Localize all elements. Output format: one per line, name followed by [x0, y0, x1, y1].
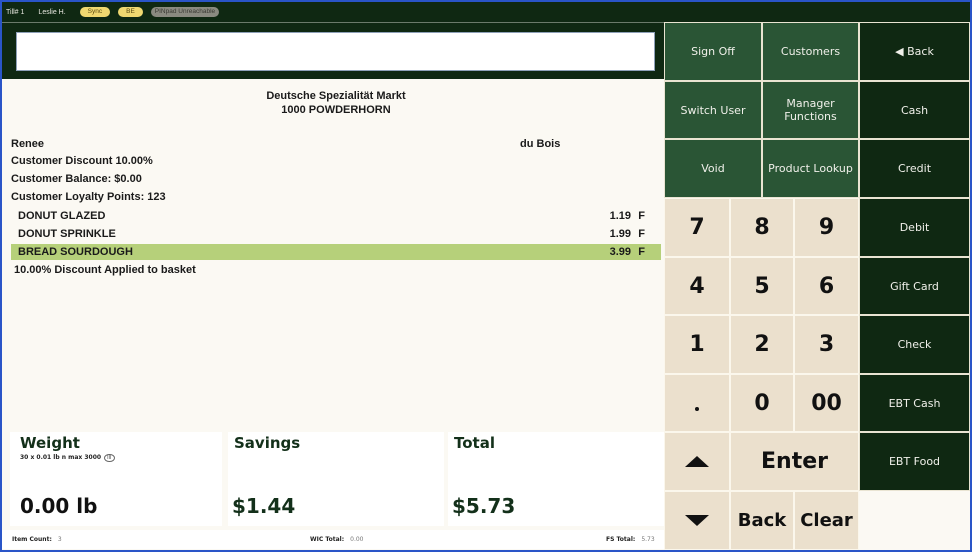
be-badge[interactable]: BE: [118, 7, 143, 17]
cashier-name: Leslie H.: [38, 8, 66, 16]
wic-total-label: WIC Total:: [310, 536, 345, 543]
weight-label: Weight: [20, 434, 80, 452]
key-2[interactable]: 2: [730, 315, 794, 374]
receipt-panel: Deutsche Spezialität Markt 1000 POWDERHO…: [2, 79, 664, 431]
switch-user-button[interactable]: Switch User: [664, 81, 762, 139]
total-label: Total: [454, 434, 495, 452]
till-number: Till# 1: [6, 8, 25, 16]
line-item[interactable]: DONUT GLAZED 1.19 F: [11, 208, 661, 224]
pinpad-status-badge: PINpad Unreachable: [150, 7, 220, 17]
key-back[interactable]: Back: [730, 491, 794, 550]
key-0[interactable]: 0: [730, 374, 794, 432]
savings-panel: Savings $1.44: [228, 432, 444, 526]
enter-button[interactable]: Enter: [730, 432, 859, 491]
item-flag: F: [638, 228, 645, 240]
item-price: 1.99: [609, 228, 631, 240]
scale-class-icon: III: [104, 454, 115, 462]
scan-input[interactable]: [16, 32, 655, 71]
ebt-cash-button[interactable]: EBT Cash: [859, 374, 970, 432]
footer-bar: Item Count: 3 WIC Total: 0.00 FS Total: 5.7…: [2, 530, 664, 549]
customer-loyalty-points: Customer Loyalty Points: 123: [11, 191, 166, 203]
customers-button[interactable]: Customers: [762, 22, 859, 81]
item-count: Item Count: 3: [12, 536, 62, 543]
store-address: 1000 POWDERHORN: [281, 104, 391, 116]
savings-value: $1.44: [232, 494, 296, 518]
item-name: DONUT GLAZED: [18, 210, 106, 222]
item-name: DONUT SPRINKLE: [18, 228, 116, 240]
discount-note: 10.00% Discount Applied to basket: [14, 264, 196, 276]
customer-last-name: du Bois: [520, 138, 561, 150]
key-8[interactable]: 8: [730, 198, 794, 257]
item-flag: F: [638, 210, 645, 222]
store-header: Deutsche Spezialität Markt 1000 POWDERHO…: [2, 89, 670, 117]
check-button[interactable]: Check: [859, 315, 970, 374]
item-flag: F: [638, 246, 645, 258]
wic-total-value: 0.00: [350, 536, 364, 543]
fs-total-label: FS Total:: [606, 536, 636, 543]
key-5[interactable]: 5: [730, 257, 794, 315]
total-panel: Total $5.73: [448, 432, 664, 526]
sync-badge[interactable]: Sync: [79, 7, 111, 17]
sign-off-button[interactable]: Sign Off: [664, 22, 762, 81]
item-count-label: Item Count:: [12, 536, 52, 543]
arrow-down-icon: [685, 515, 709, 526]
void-button[interactable]: Void: [664, 139, 762, 198]
key-1[interactable]: 1: [664, 315, 730, 374]
scan-input-band: [2, 22, 664, 79]
weight-panel: Weight 30 x 0.01 lb n max 3000 III 0.00 l…: [10, 432, 222, 526]
customer-balance: Customer Balance: $0.00: [11, 173, 142, 185]
fs-total: FS Total: 5.73: [606, 536, 655, 543]
key-9[interactable]: 9: [794, 198, 859, 257]
key-clear[interactable]: Clear: [794, 491, 859, 550]
manager-functions-button[interactable]: Manager Functions: [762, 81, 859, 139]
arrow-up-icon: [685, 456, 709, 467]
total-value: $5.73: [452, 494, 516, 518]
button-grid: Sign Off Customers ◀ Back Switch User Ma…: [664, 22, 970, 550]
empty-slot: [859, 491, 970, 550]
scale-spec-text: 30 x 0.01 lb n max 3000: [20, 454, 102, 461]
scroll-up-button[interactable]: [664, 432, 730, 491]
key-4[interactable]: 4: [664, 257, 730, 315]
item-name: BREAD SOURDOUGH: [18, 246, 133, 258]
pos-window: Till# 1 Leslie H. Sync BE PINpad Unreach…: [0, 0, 972, 552]
savings-label: Savings: [234, 434, 301, 452]
ebt-food-button[interactable]: EBT Food: [859, 432, 970, 491]
store-name: Deutsche Spezialität Markt: [266, 90, 406, 102]
key-7[interactable]: 7: [664, 198, 730, 257]
customer-first-name: Renee: [11, 138, 45, 150]
fs-total-value: 5.73: [641, 536, 655, 543]
scroll-down-button[interactable]: [664, 491, 730, 550]
scale-spec: 30 x 0.01 lb n max 3000 III: [20, 454, 115, 462]
key-3[interactable]: 3: [794, 315, 859, 374]
credit-button[interactable]: Credit: [859, 139, 970, 198]
key-decimal[interactable]: [664, 374, 730, 432]
decimal-point-icon: [695, 407, 699, 411]
item-price: 3.99: [609, 246, 631, 258]
wic-total: WIC Total: 0.00: [310, 536, 364, 543]
gift-card-button[interactable]: Gift Card: [859, 257, 970, 315]
key-00[interactable]: 00: [794, 374, 859, 432]
weight-value: 0.00 lb: [20, 494, 98, 518]
customer-discount: Customer Discount 10.00%: [11, 155, 153, 167]
cash-button[interactable]: Cash: [859, 81, 970, 139]
item-count-value: 3: [57, 536, 62, 543]
line-item-selected[interactable]: BREAD SOURDOUGH 3.99 F: [11, 244, 661, 260]
status-bar: Till# 1 Leslie H. Sync BE PINpad Unreach…: [2, 2, 970, 22]
product-lookup-button[interactable]: Product Lookup: [762, 139, 859, 198]
debit-button[interactable]: Debit: [859, 198, 970, 257]
line-item[interactable]: DONUT SPRINKLE 1.99 F: [11, 226, 661, 242]
item-price: 1.19: [609, 210, 631, 222]
back-nav-button[interactable]: ◀ Back: [859, 22, 970, 81]
key-6[interactable]: 6: [794, 257, 859, 315]
